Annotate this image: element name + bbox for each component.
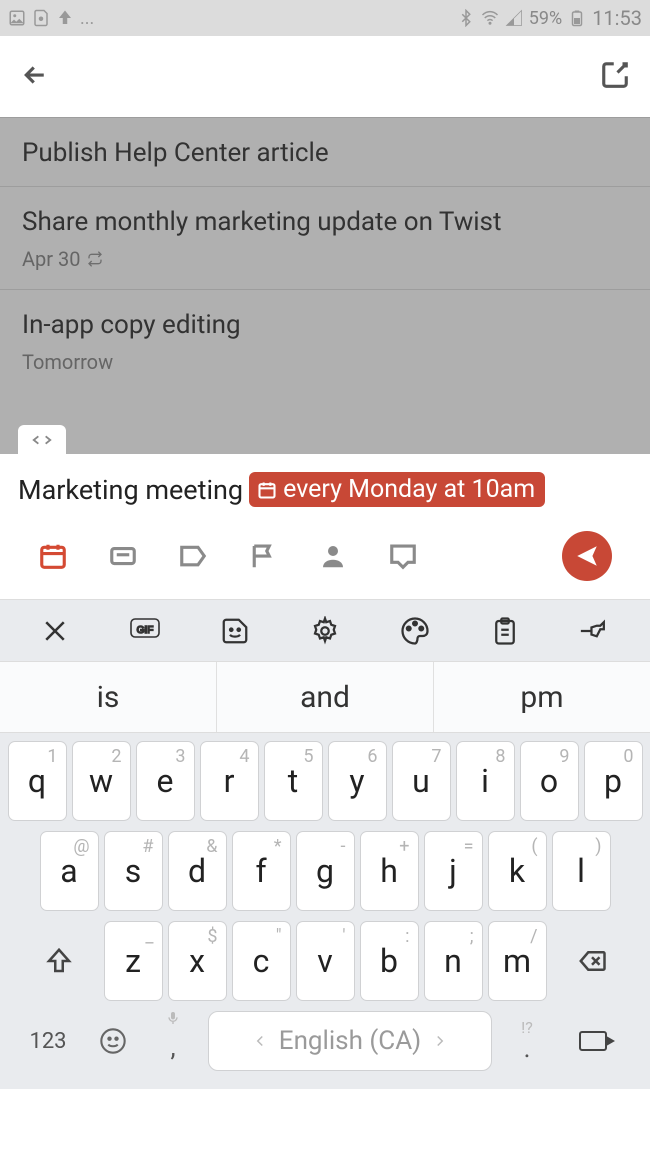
label-button[interactable] [178,541,208,571]
schedule-chip[interactable]: every Monday at 10am [249,472,545,507]
calendar-icon [257,480,277,500]
key-w[interactable]: 2w [72,741,131,821]
key-p[interactable]: 0p [584,741,643,821]
suggestion[interactable]: and [217,662,434,732]
priority-button[interactable] [248,541,278,571]
drag-handle[interactable] [18,425,66,455]
key-v[interactable]: 'v [296,921,355,1001]
key-y[interactable]: 6y [328,741,387,821]
emoji-key[interactable] [88,1012,138,1070]
theme-button[interactable] [400,616,430,646]
key-h[interactable]: +h [360,831,419,911]
key-j[interactable]: =j [424,831,483,911]
key-z[interactable]: _z [104,921,163,1001]
clock: 11:53 [592,6,642,30]
keyboard-bottom-row: 123 , English (CA) !? . [4,1011,646,1075]
numeric-key[interactable]: 123 [18,1012,78,1070]
key-m[interactable]: /m [488,921,547,1001]
bluetooth-icon [457,9,475,27]
sd-icon [32,9,50,27]
comma-key[interactable]: , [148,1012,198,1070]
task-input-text: Marketing meeting [18,474,243,506]
assign-button[interactable] [318,541,348,571]
key-s[interactable]: #s [104,831,163,911]
quick-add-panel: Marketing meeting every Monday at 10am [0,454,650,599]
mic-icon [165,1010,181,1026]
project-button[interactable] [108,541,138,571]
cloud-icon [56,9,74,27]
status-more: ... [80,8,94,29]
back-button[interactable] [20,60,50,94]
app-bar [0,36,650,117]
key-c[interactable]: "c [232,921,291,1001]
date-button[interactable] [38,541,68,571]
key-g[interactable]: -g [296,831,355,911]
key-e[interactable]: 3e [136,741,195,821]
keyboard-row: _z$x"c'v:b;n/m [4,921,646,1001]
gif-button[interactable]: GIF [130,616,160,646]
key-q[interactable]: 1q [8,741,67,821]
close-keyboard-button[interactable] [40,616,70,646]
enter-key[interactable] [562,1012,632,1070]
keyboard-toolbar: GIF [0,599,650,661]
status-left: ... [8,8,94,29]
key-i[interactable]: 8i [456,741,515,821]
key-u[interactable]: 7u [392,741,451,821]
svg-text:GIF: GIF [137,625,154,636]
shift-key[interactable] [19,921,99,1001]
wifi-icon [481,9,499,27]
suggestion[interactable]: pm [434,662,650,732]
quick-add-actions [18,507,632,599]
keyboard-row: @a#s&d*f-g+h=j(k)l [4,831,646,911]
chevron-left-icon [251,1032,269,1050]
key-l[interactable]: )l [552,831,611,911]
send-icon [574,543,600,569]
key-r[interactable]: 4r [200,741,259,821]
settings-button[interactable] [310,616,340,646]
sticker-button[interactable] [220,616,250,646]
keyboard-row: 1q2w3e4r5t6y7u8i9o0p [4,741,646,821]
keyboard-suggestions: is and pm [0,661,650,733]
chevron-right-icon [431,1032,449,1050]
background-tasks: Publish Help Center article Share monthl… [0,117,650,454]
battery-percent: 59% [529,8,562,29]
pin-button[interactable] [580,616,610,646]
key-b[interactable]: :b [360,921,419,1001]
key-d[interactable]: &d [168,831,227,911]
battery-icon [568,9,586,27]
key-f[interactable]: *f [232,831,291,911]
status-right: 59% 11:53 [457,6,642,30]
submit-button[interactable] [562,531,612,581]
task-input[interactable]: Marketing meeting every Monday at 10am [18,472,632,507]
spacebar[interactable]: English (CA) [208,1011,492,1071]
key-o[interactable]: 9o [520,741,579,821]
image-icon [8,9,26,27]
key-k[interactable]: (k [488,831,547,911]
schedule-chip-label: every Monday at 10am [283,475,535,504]
key-t[interactable]: 5t [264,741,323,821]
signal-icon [505,9,523,27]
open-external-button[interactable] [600,60,630,94]
punctuation-key[interactable]: !? . [502,1012,552,1070]
clipboard-button[interactable] [490,616,520,646]
status-bar: ... 59% 11:53 [0,0,650,36]
key-a[interactable]: @a [40,831,99,911]
key-n[interactable]: ;n [424,921,483,1001]
key-x[interactable]: $x [168,921,227,1001]
suggestion[interactable]: is [0,662,217,732]
spacebar-label: English (CA) [279,1026,421,1056]
keyboard: GIF is and pm 1q2w3e4r5t6y7u8i9o0p @a#s&… [0,599,650,1089]
comment-button[interactable] [388,541,418,571]
backspace-key[interactable] [552,921,632,1001]
